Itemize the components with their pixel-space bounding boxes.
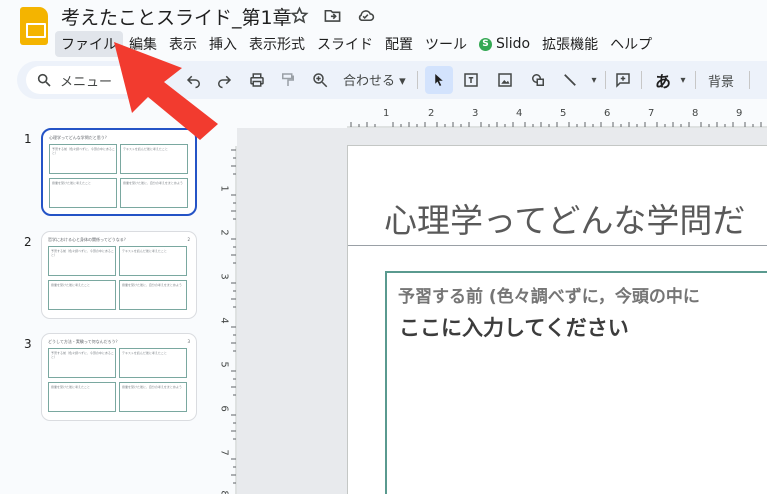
red-arrow-annotation-icon: [114, 42, 218, 140]
ruler-label: 2: [428, 108, 435, 119]
slide-title[interactable]: 心理学ってどんな学問だ: [384, 194, 745, 242]
line-icon[interactable]: [560, 70, 580, 90]
toolbar-divider: [605, 71, 606, 89]
slide-text-box[interactable]: 予習する前 (色々調べずに，今頭の中に ここに入力してください: [385, 271, 767, 494]
text-box-heading: 予習する前 (色々調べずに，今頭の中に: [398, 287, 700, 307]
slido-icon: S: [479, 37, 492, 51]
cloud-status-icon[interactable]: [356, 6, 375, 29]
thumbnail-cell: テキストを読んだ後に考えたこと: [120, 144, 188, 174]
thumbnail-cell: 授業を受けた後に、自分の考えをまとめよう: [120, 178, 188, 208]
ruler-label: 1: [383, 108, 390, 119]
thumbnail-title: 哲学における心と身体の関係ってどうなる？: [48, 237, 128, 242]
vertical-ruler[interactable]: 1 2 3 4 5 6 7 8: [215, 128, 237, 494]
ruler-label: 4: [516, 108, 523, 119]
thumbnail-title: 心理学ってどんな学問だと思う？: [49, 135, 109, 140]
horizontal-ruler[interactable]: 1 2 3 4 5 6 7 8 9: [235, 106, 767, 128]
ruler-label: 7: [218, 449, 230, 456]
select-tool-icon[interactable]: [425, 66, 453, 94]
menu-arrange[interactable]: 配置: [379, 31, 419, 57]
zoom-icon[interactable]: [310, 70, 330, 90]
input-tools-icon[interactable]: あ: [653, 70, 673, 91]
thumbnail-title: どうして方法・実験って何なんだろう？: [48, 339, 120, 344]
text-box-placeholder[interactable]: ここに入力してください: [399, 312, 629, 342]
menu-search-placeholder: メニュー: [60, 74, 113, 90]
toolbar-divider: [749, 71, 750, 89]
slide-editor[interactable]: 心理学ってどんな学問だ 予習する前 (色々調べずに，今頭の中に ここに入力してく…: [347, 145, 767, 494]
menu-tools[interactable]: ツール: [419, 31, 473, 57]
search-icon: [37, 73, 51, 87]
slide-number: 3: [24, 337, 32, 351]
title-divider: [348, 245, 767, 246]
chevron-down-icon[interactable]: ▾: [584, 70, 604, 90]
ruler-label: 8: [218, 490, 230, 494]
thumbnail-cell: 予習する前（色々調べずに、今頭の中にあること）: [48, 348, 116, 378]
ruler-label: 5: [560, 108, 567, 119]
zoom-label: 合わせる: [343, 74, 396, 89]
shape-icon[interactable]: [528, 70, 548, 90]
slide-thumbnail[interactable]: 心理学ってどんな学問だと思う？ 予習する前（色々調べずに、今頭の中にあること） …: [41, 128, 197, 216]
menu-help[interactable]: ヘルプ: [604, 31, 658, 57]
thumbnail-cell: テキストを読んだ後に考えたこと: [119, 246, 187, 276]
thumbnail-page-number: 3: [187, 339, 190, 344]
move-folder-icon[interactable]: [323, 6, 342, 29]
background-button[interactable]: 背景: [708, 71, 734, 90]
slide-thumbnail[interactable]: どうして方法・実験って何なんだろう？ 3 予習する前（色々調べずに、今頭の中にあ…: [41, 333, 197, 421]
ruler-label: 9: [736, 108, 743, 119]
ruler-label: 3: [218, 273, 230, 280]
paint-format-icon[interactable]: [278, 70, 298, 90]
menu-slido[interactable]: S Slido: [473, 31, 536, 57]
text-box-icon[interactable]: [461, 70, 481, 90]
menu-format[interactable]: 表示形式: [243, 31, 311, 57]
thumbnail-cell: 授業を受けた後に、自分の考えをまとめよう: [119, 382, 187, 412]
menu-extensions[interactable]: 拡張機能: [536, 31, 604, 57]
star-icon[interactable]: [290, 6, 309, 29]
slide-number: 2: [24, 235, 32, 249]
thumbnail-cell: 予習する前（色々調べずに、今頭の中にあること）: [49, 144, 117, 174]
slides-logo-icon[interactable]: [20, 7, 48, 45]
document-title[interactable]: 考えたことスライド_第1章: [61, 3, 292, 30]
ruler-label: 2: [218, 229, 230, 236]
image-icon[interactable]: [495, 70, 515, 90]
ruler-label: 7: [648, 108, 655, 119]
chevron-down-icon[interactable]: ▾: [673, 70, 693, 90]
toolbar-divider: [695, 71, 696, 89]
thumbnail-cell: 授業を受けた後に考えたこと: [48, 280, 116, 310]
comment-add-icon[interactable]: [613, 70, 633, 90]
slide-thumbnail[interactable]: 哲学における心と身体の関係ってどうなる？ 2 予習する前（色々調べずに、今頭の中…: [41, 231, 197, 319]
ruler-label: 6: [218, 405, 230, 412]
zoom-select[interactable]: 合わせる ▾: [343, 70, 406, 89]
ruler-label: 4: [218, 317, 230, 324]
ruler-label: 5: [218, 361, 230, 368]
ruler-ticks: [231, 146, 237, 494]
ruler-label: 1: [218, 185, 230, 192]
menu-slido-label: Slido: [496, 36, 531, 52]
print-icon[interactable]: [247, 70, 267, 90]
slides-app: 考えたことスライド_第1章 ファイル 編集 表示 挿入 表示形式 スライド 配置…: [0, 0, 767, 494]
title-actions: [290, 6, 375, 29]
chevron-down-icon: ▾: [399, 74, 406, 89]
ruler-ticks: [347, 122, 767, 128]
ruler-label: 6: [604, 108, 611, 119]
slide-number: 1: [24, 132, 32, 146]
thumbnail-cell: 予習する前（色々調べずに、今頭の中にあること）: [48, 246, 116, 276]
ruler-label: 8: [692, 108, 699, 119]
menu-slide[interactable]: スライド: [311, 31, 379, 57]
thumbnail-cell: テキストを読んだ後に考えたこと: [119, 348, 187, 378]
toolbar-divider: [417, 71, 418, 89]
thumbnail-cell: 授業を受けた後に、自分の考えをまとめよう: [119, 280, 187, 310]
thumbnail-cell: 授業を受けた後に考えたこと: [48, 382, 116, 412]
toolbar-divider: [641, 71, 642, 89]
ruler-label: 3: [472, 108, 479, 119]
thumbnail-cell: 授業を受けた後に考えたこと: [49, 178, 117, 208]
thumbnail-page-number: 2: [187, 237, 190, 242]
